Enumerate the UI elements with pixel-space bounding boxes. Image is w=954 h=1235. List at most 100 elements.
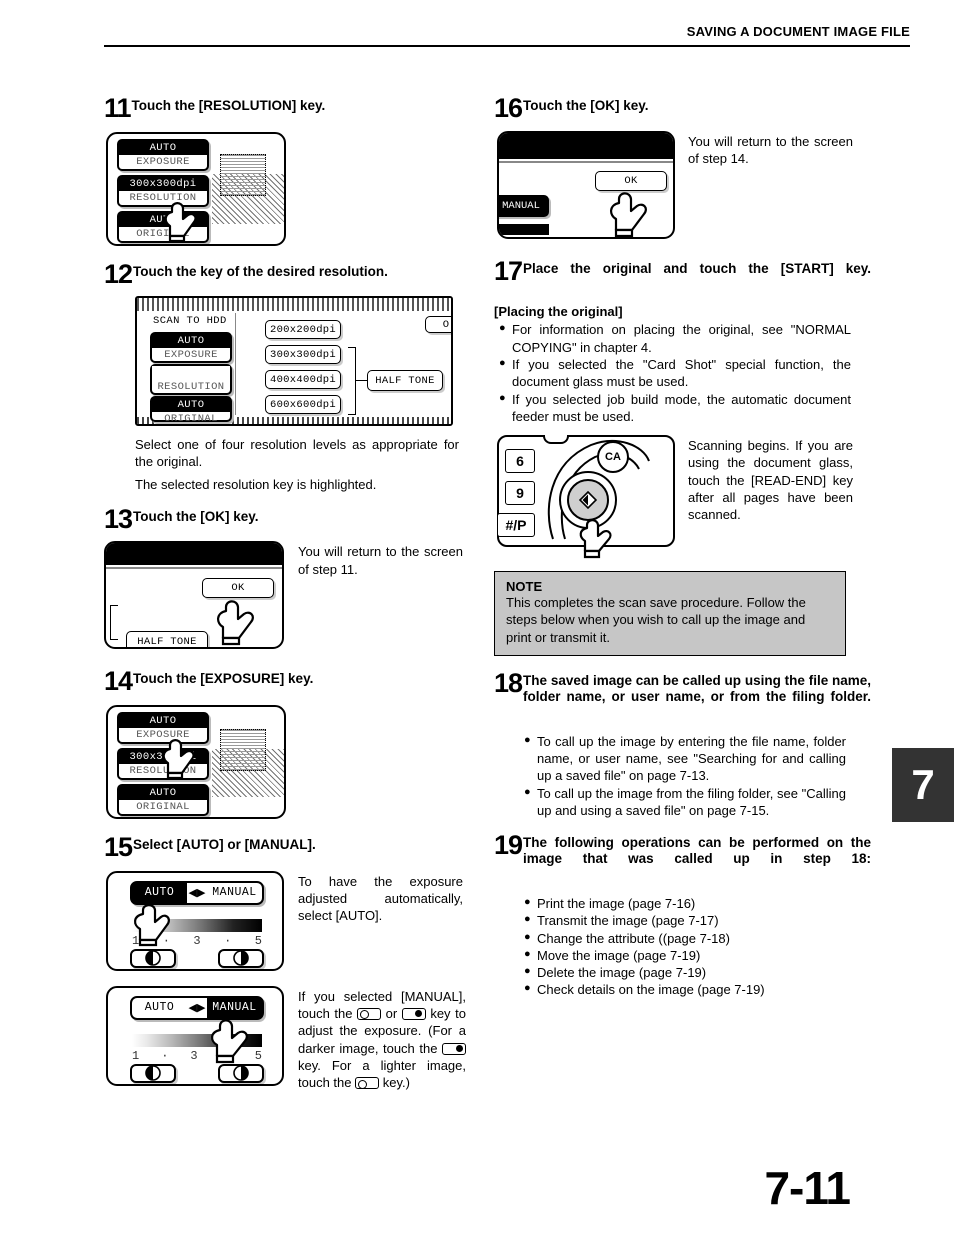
original-label: ORIGINAL <box>136 227 190 240</box>
auto-option[interactable]: AUTO <box>132 998 187 1018</box>
resolution-key[interactable]: RESOLUTION <box>150 364 232 396</box>
scale-tick: · <box>224 933 232 948</box>
resolution-key[interactable]: 300x300dpi RESOLUTION <box>117 748 209 781</box>
halftone-key[interactable]: HALF TONE <box>367 370 443 392</box>
left-column: 11 Touch the [RESOLUTION] key. AUTO EXPO… <box>104 93 482 1106</box>
step-17-number: 17 <box>494 255 523 286</box>
exposure-key[interactable]: AUTO EXPOSURE <box>117 712 209 745</box>
resolution-option-600[interactable]: 600x600dpi <box>265 395 341 415</box>
ok-key-partial[interactable]: O <box>425 316 451 334</box>
numeric-key-6[interactable]: 6 <box>505 449 535 474</box>
resolution-option-300[interactable]: 300x300dpi <box>265 345 341 365</box>
step-12-number: 12 <box>104 258 133 289</box>
auto-manual-toggle[interactable]: AUTO ◀▶ MANUAL <box>130 880 264 905</box>
chapter-tab: 7 <box>892 748 954 822</box>
resolution-value: 300x300dpi <box>119 176 207 191</box>
step-14-text: Touch the [EXPOSURE] key. <box>133 671 314 687</box>
step-13: 13 Touch the [OK] key. <box>104 503 482 534</box>
exposure-value: AUTO <box>119 140 207 155</box>
step-11: 11 Touch the [RESOLUTION] key. <box>104 93 482 123</box>
step-17-bullets: For information on placing the original,… <box>499 321 851 425</box>
step-16-side-text: You will return to the screen of step 14… <box>688 133 853 166</box>
resolution-option-label: 600x600dpi <box>269 398 336 411</box>
ok-key-label: O <box>442 318 450 331</box>
halftone-label: HALF TONE <box>375 374 435 387</box>
scale-tick: · <box>162 933 170 948</box>
screen-sub-bar <box>106 567 282 570</box>
screen-sub-bar <box>499 160 673 163</box>
step-16-text: Touch the [OK] key. <box>523 98 649 113</box>
lighter-key[interactable] <box>130 1063 176 1083</box>
bracket-connector <box>348 347 356 416</box>
step-15: 15 Select [AUTO] or [MANUAL]. <box>104 834 482 861</box>
hash-p-key[interactable]: #/P <box>497 513 535 538</box>
resolution-key[interactable]: 300x300dpi RESOLUTION <box>117 174 209 207</box>
list-item: Move the image (page 7-19) <box>524 947 846 964</box>
step-13-number: 13 <box>104 503 133 534</box>
scale-tick: 5 <box>254 1048 262 1063</box>
ok-key[interactable]: OK <box>202 578 274 599</box>
exposure-label: EXPOSURE <box>136 729 190 742</box>
ok-key[interactable]: OK <box>595 170 667 191</box>
scale-tick: 1 <box>132 1048 140 1063</box>
resolution-option-label: 400x400dpi <box>269 373 336 386</box>
list-item: If you selected the "Card Shot" special … <box>499 356 851 391</box>
exposure-value: AUTO <box>152 334 230 349</box>
original-key[interactable]: AUTO ORIGINAL <box>117 210 209 243</box>
step-17-subheading: [Placing the original] <box>494 304 623 320</box>
right-column: 16 Touch the [OK] key. OK MANUAL You wil… <box>494 95 872 999</box>
note-body: This completes the scan save procedure. … <box>506 595 806 645</box>
exposure-key[interactable]: AUTO EXPOSURE <box>117 138 209 171</box>
manual-option[interactable]: MANUAL <box>207 883 262 903</box>
original-value: AUTO <box>152 398 230 413</box>
numeric-key-9[interactable]: 9 <box>505 481 535 506</box>
step-14-number: 14 <box>104 666 133 697</box>
darker-key[interactable] <box>218 1063 264 1083</box>
auto-option[interactable]: AUTO <box>132 882 187 903</box>
original-key[interactable]: AUTO ORIGINAL <box>150 396 232 424</box>
exposure-value: AUTO <box>119 714 207 729</box>
note-box: NOTE This completes the scan save proced… <box>494 571 846 657</box>
step-11-number: 11 <box>104 93 132 123</box>
resolution-option-200[interactable]: 200x200dpi <box>265 320 341 340</box>
lighter-icon <box>145 1065 161 1081</box>
step-11-text: Touch the [RESOLUTION] key. <box>131 98 326 113</box>
list-item: Transmit the image (page 7-17) <box>524 912 846 929</box>
resolution-label: RESOLUTION <box>157 381 225 394</box>
step-17-side-text: Scanning begins. If you are using the do… <box>688 438 853 523</box>
original-key[interactable]: AUTO ORIGINAL <box>117 784 209 817</box>
step-16-figure: OK MANUAL You will return to the screen … <box>494 130 872 243</box>
step-13-text: Touch the [OK] key. <box>133 508 259 524</box>
exposure-auto-illustration: AUTO ◀▶ MANUAL 1 · 3 · 5 <box>106 870 284 971</box>
step-19-text: The following operations can be performe… <box>523 835 872 867</box>
scale-tick: 1 <box>132 933 140 948</box>
operation-panel-illustration: 6 9 #/P CA <box>497 435 675 559</box>
start-key[interactable] <box>567 479 609 522</box>
step-12-caption-1: Select one of four resolution levels as … <box>135 437 459 470</box>
auto-manual-toggle[interactable]: AUTO ◀▶ MANUAL <box>130 995 264 1020</box>
ca-key[interactable]: CA <box>597 441 629 474</box>
exposure-key[interactable]: AUTO EXPOSURE <box>150 332 232 364</box>
ok-screen-illustration-13: OK HALF TONE <box>104 541 284 650</box>
exposure-scale: 1 · 3 · 5 <box>132 1048 262 1063</box>
resolution-option-400[interactable]: 400x400dpi <box>265 370 341 390</box>
step-13-side-text: You will return to the screen of step 11… <box>298 544 463 577</box>
list-item: To call up the image from the filing fol… <box>524 785 846 820</box>
resolution-label: RESOLUTION <box>129 191 197 204</box>
exposure-label: EXPOSURE <box>164 349 218 362</box>
step-18: 18 The saved image can be called up usin… <box>494 670 872 721</box>
resolution-screen-illustration: SCAN TO HDD O AUTO EXPOSURE RESOLUTION A… <box>135 296 453 427</box>
manual-key[interactable]: MANUAL <box>499 194 549 217</box>
scale-tick: 5 <box>254 933 262 948</box>
manual-label: MANUAL <box>502 199 540 212</box>
exposure-scale: 1 · 3 · 5 <box>132 934 262 948</box>
key-label: 9 <box>516 485 524 502</box>
darker-icon <box>233 950 249 966</box>
darker-key[interactable] <box>218 948 264 968</box>
start-diamond-icon <box>579 491 597 510</box>
lighter-key[interactable] <box>130 948 176 968</box>
manual-option[interactable]: MANUAL <box>207 997 262 1018</box>
halftone-key[interactable]: HALF TONE <box>126 631 208 648</box>
list-item: Delete the image (page 7-19) <box>524 964 846 981</box>
scale-tick: 3 <box>193 933 201 948</box>
